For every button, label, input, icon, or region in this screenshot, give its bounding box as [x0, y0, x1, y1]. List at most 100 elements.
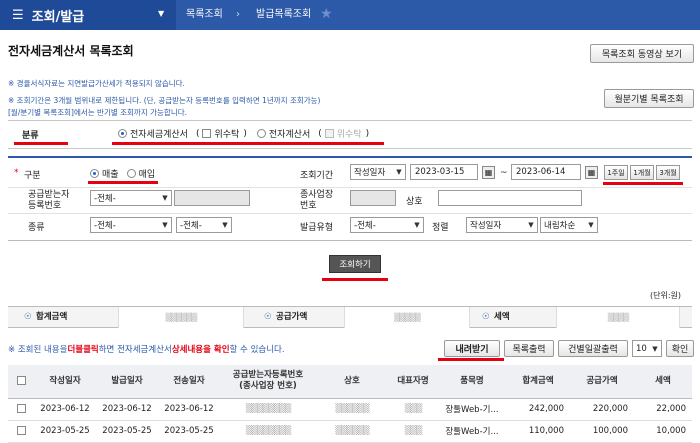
- receiver-type-select[interactable]: -전체- ▼: [90, 190, 172, 206]
- calendar-icon[interactable]: ▦: [585, 166, 598, 179]
- gubun-purchase-label: 매입: [138, 170, 156, 180]
- highlight-underline: [438, 358, 504, 361]
- gubun-options: 매출 매입: [90, 167, 155, 180]
- menu-label: 조회/발급: [31, 9, 85, 25]
- period-1month-button[interactable]: 1개월: [630, 165, 654, 180]
- branch-number-input[interactable]: [350, 190, 396, 206]
- issue-type-select[interactable]: -전체- ▼: [350, 217, 424, 233]
- gubun-radio-purchase[interactable]: [126, 169, 136, 178]
- divider: [8, 187, 692, 188]
- row-select-cell[interactable]: [8, 420, 34, 443]
- branch-label-line1: 종사업장: [300, 190, 334, 200]
- col-header: 상호: [316, 365, 388, 399]
- tax-amount-value: ▒▒▒▒: [556, 307, 680, 328]
- date-to-input[interactable]: 2023-06-14: [511, 164, 581, 180]
- row-select-cell[interactable]: [8, 398, 34, 421]
- chevron-down-icon: ▼: [222, 221, 228, 229]
- supply-amount-label: 공급가액: [276, 312, 308, 322]
- col-header: 작성일자: [34, 365, 96, 399]
- cell-ceo: ▒▒▒: [388, 398, 438, 421]
- highlight-underline: [88, 181, 158, 184]
- category-ebill-label: 전자계산서: [268, 130, 311, 140]
- col-header: 발급일자: [96, 365, 158, 399]
- cell-write-date: 2023-05-25: [34, 420, 96, 443]
- receiver-number-input[interactable]: [174, 190, 250, 206]
- sort-label: 정렬: [432, 223, 449, 233]
- trust-checkbox-1[interactable]: [202, 129, 212, 138]
- period-1week-button[interactable]: 1주일: [604, 165, 628, 180]
- gubun-sales-label: 매출: [102, 170, 119, 180]
- table-header-row: 작성일자 발급일자 전송일자 공급받는자등록번호 (종사업장 번호) 상호 대표자…: [8, 365, 692, 399]
- gubun-radio-sales[interactable]: [90, 169, 99, 178]
- chevron-down-icon: ▼: [162, 194, 168, 202]
- highlight-underline: [112, 142, 384, 145]
- sort-order-select[interactable]: 내림차순 ▼: [540, 217, 598, 233]
- breadcrumb-list[interactable]: 목록조회: [186, 0, 223, 30]
- tax-amount-label: 세액: [494, 312, 510, 322]
- date-from-input[interactable]: 2023-03-15: [410, 164, 478, 180]
- breadcrumb-issue-list[interactable]: 발급목록조회: [256, 0, 311, 30]
- download-button[interactable]: 내려받기: [444, 340, 500, 357]
- total-amount-value: ▒▒▒▒▒▒: [118, 307, 244, 328]
- table-row[interactable]: 2023-06-12 2023-06-12 2023-06-12 ▒▒▒▒▒▒▒…: [8, 398, 692, 421]
- category-radio-etax[interactable]: [118, 129, 127, 138]
- page-size-select[interactable]: 10 ▼: [632, 340, 662, 357]
- calendar-icon[interactable]: ▦: [482, 166, 495, 179]
- select-all-header[interactable]: [8, 365, 34, 399]
- chevron-down-icon: ▼: [162, 221, 168, 229]
- chevron-down-icon: ▼: [588, 221, 594, 229]
- cell-send-date: 2023-06-12: [158, 398, 220, 421]
- search-button[interactable]: 조회하기: [329, 255, 381, 273]
- trust-checkbox-2[interactable]: [324, 129, 334, 138]
- chevron-down-icon: ▼: [158, 9, 165, 18]
- select-all-checkbox[interactable]: [16, 375, 26, 385]
- cell-company: ▒▒▒▒▒▒: [316, 420, 388, 443]
- type-select-1[interactable]: -전체- ▼: [90, 217, 172, 233]
- print-list-button[interactable]: 목록출력: [504, 340, 554, 357]
- breadcrumb-separator-icon: ›: [236, 9, 240, 20]
- bullet-icon: ☉: [24, 312, 32, 322]
- chevron-down-icon: ▼: [528, 221, 534, 229]
- cell-tax: 10,000: [634, 420, 692, 443]
- branch-label-line2: 번호: [300, 201, 317, 211]
- category-etax-label: 전자세금계산서: [130, 130, 188, 140]
- sort-field-select[interactable]: 작성일자 ▼: [466, 217, 538, 233]
- category-radio-ebill[interactable]: [256, 129, 266, 138]
- period-type-select[interactable]: 작성일자 ▼: [350, 164, 406, 180]
- trust-label-1: 위수탁: [214, 130, 240, 140]
- unit-label: (단위:원): [650, 291, 682, 300]
- cell-company: ▒▒▒▒▒▒: [316, 398, 388, 421]
- cell-issue-date: 2023-05-25: [96, 420, 158, 443]
- highlight-underline: [603, 182, 683, 185]
- favorite-star-icon[interactable]: ★: [320, 6, 333, 22]
- chevron-down-icon: ▼: [396, 168, 402, 176]
- quarterly-list-button[interactable]: 월분기별 목록조회: [604, 89, 694, 108]
- issue-type-label: 발급유형: [300, 223, 334, 233]
- highlight-underline: [322, 278, 388, 281]
- chevron-down-icon: ▼: [652, 344, 658, 353]
- period-3month-button[interactable]: 3개월: [656, 165, 680, 180]
- divider: [8, 213, 692, 214]
- row-checkbox[interactable]: [16, 404, 26, 413]
- trust-label-2: 위수탁: [336, 130, 362, 140]
- col-header: 공급받는자등록번호 (종사업장 번호): [220, 365, 316, 399]
- col-header: 합계금액: [506, 365, 570, 399]
- highlight-underline: [14, 142, 68, 145]
- col-header: 공급가액: [570, 365, 634, 399]
- main-menu-button[interactable]: ☰ 조회/발급 ▼: [0, 0, 176, 30]
- video-guide-button[interactable]: 목록조회 동영상 보기: [590, 44, 694, 63]
- table-row[interactable]: 2023-05-25 2023-05-25 2023-05-25 ▒▒▒▒▒▒▒…: [8, 420, 692, 443]
- top-nav-bar: ☰ 조회/발급 ▼ 목록조회 › 발급목록조회 ★: [0, 0, 700, 30]
- confirm-button[interactable]: 확인: [666, 340, 694, 357]
- bullet-icon: ☉: [264, 312, 272, 322]
- company-name-input[interactable]: [438, 190, 582, 206]
- form-top-border: [8, 156, 692, 158]
- page-title: 전자세금계산서 목록조회: [8, 44, 134, 58]
- category-label: 분류: [22, 131, 39, 141]
- divider: [8, 120, 692, 121]
- summary-bar: ☉ 합계금액 ▒▒▒▒▒▒ ☉ 공급가액 ▒▒▒▒▒ ☉ 세액 ▒▒▒▒: [8, 306, 692, 328]
- cell-supply: 100,000: [570, 420, 634, 443]
- type-select-2[interactable]: -전체- ▼: [176, 217, 232, 233]
- print-each-button[interactable]: 건별일괄출력: [558, 340, 628, 357]
- period-label: 조회기간: [300, 171, 334, 181]
